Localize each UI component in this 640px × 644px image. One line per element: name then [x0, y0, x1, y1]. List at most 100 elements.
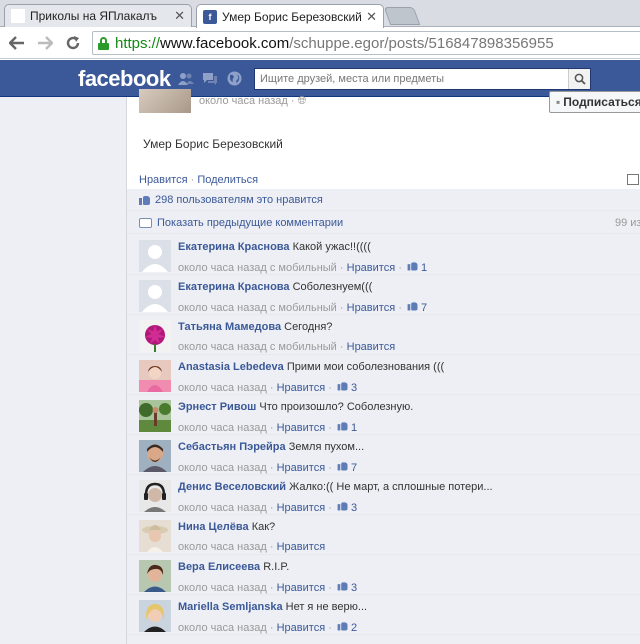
comment-text: Земля пухом... [288, 441, 365, 453]
browser-tab-strip: ЯП Приколы на ЯПлакалъ ✕ f Умер Борис Бе… [0, 0, 640, 28]
likes-summary: 298 пользователям это нравится [127, 189, 640, 211]
comments-count: 99 из [615, 217, 640, 229]
notifications-globe-icon[interactable] [226, 71, 242, 86]
url-path: /schuppe.egor/posts/516847898356955 [289, 34, 554, 52]
thumbs-up-icon [337, 421, 349, 431]
comment-like-count[interactable]: 1 [421, 262, 427, 274]
like-link[interactable]: Нравится [139, 174, 188, 186]
browser-tab-yaplakal[interactable]: ЯП Приколы на ЯПлакалъ ✕ [4, 4, 192, 27]
share-link[interactable]: Поделиться [197, 174, 258, 186]
comment-item: Себастьян Пэрейра Земля пухом... около ч… [127, 435, 640, 475]
comment-avatar[interactable] [139, 360, 171, 392]
comment-like-count[interactable]: 3 [351, 502, 357, 514]
browser-tab-facebook[interactable]: f Умер Борис Березовский ✕ [196, 4, 384, 28]
search-icon[interactable] [568, 69, 590, 89]
url-scheme: https:// [115, 34, 161, 52]
comment-item: Екатерина Краснова Соболезнуем((( около … [127, 275, 640, 315]
comment-like-link[interactable]: Нравится [277, 582, 326, 594]
comment-text: R.I.P. [263, 561, 290, 573]
comment-author[interactable]: Anastasia Lebedeva [178, 361, 284, 373]
comment-author[interactable]: Татьяна Мамедова [178, 321, 281, 333]
comment-author[interactable]: Mariella Semljanska [178, 601, 283, 613]
comment-author[interactable]: Себастьян Пэрейра [178, 441, 286, 453]
comment-time[interactable]: около часа назад [178, 462, 267, 474]
comment-avatar[interactable] [139, 560, 171, 592]
comment-time[interactable]: около часа назад [178, 582, 267, 594]
comment-like-link[interactable]: Нравится [277, 382, 326, 394]
new-tab-button[interactable] [383, 7, 421, 25]
comment-like-count[interactable]: 2 [351, 622, 357, 634]
post-time[interactable]: около часа назад · 🌐︎ [199, 95, 306, 108]
search-input[interactable] [255, 69, 568, 89]
url-host: www.facebook.com [160, 34, 290, 52]
comment-item: Татьяна Мамедова Сегодня? около часа наз… [127, 315, 640, 355]
comment-avatar[interactable] [139, 480, 171, 512]
comment-text: Нет я не верю... [285, 601, 368, 613]
messages-icon[interactable] [202, 71, 218, 86]
back-arrow-icon[interactable] [6, 32, 28, 54]
comment-time[interactable]: около часа назад [178, 541, 267, 553]
comment-time[interactable]: около часа назад [178, 382, 267, 394]
comment-like-count[interactable]: 7 [351, 462, 357, 474]
comment-author[interactable]: Нина Целёва [178, 521, 249, 533]
comment-bubble-icon [139, 217, 152, 228]
show-previous-comments-link[interactable]: Показать предыдущие комментарии [157, 217, 343, 229]
comment-text: Какой ужас!!(((( [292, 241, 371, 253]
tab-title: Умер Борис Березовский [222, 9, 362, 24]
comment-time[interactable]: около часа назад с мобильный [178, 302, 337, 314]
comment-avatar[interactable] [139, 320, 171, 352]
post-actions: Нравится · Поделиться [139, 174, 258, 186]
comment-author[interactable]: Екатерина Краснова [178, 241, 290, 253]
thumbs-up-icon [407, 301, 419, 311]
thumbs-up-icon [337, 621, 349, 631]
comment-avatar[interactable] [139, 280, 171, 312]
comment-avatar[interactable] [139, 600, 171, 632]
comment-icon[interactable] [627, 174, 639, 185]
comment-like-link[interactable]: Нравится [347, 262, 396, 274]
comment-author[interactable]: Екатерина Краснова [178, 281, 290, 293]
comment-avatar[interactable] [139, 240, 171, 272]
comment-item: Эрнест Ривош Что произошло? Соболезную. … [127, 395, 640, 435]
comment-like-count[interactable]: 3 [351, 382, 357, 394]
comment-like-count[interactable]: 7 [421, 302, 427, 314]
close-tab-icon[interactable]: ✕ [366, 9, 377, 25]
address-bar[interactable]: https:// www.facebook.com /schuppe.egor/… [92, 31, 640, 55]
lock-icon [98, 36, 109, 50]
comment-time[interactable]: около часа назад [178, 422, 267, 434]
comment-like-link[interactable]: Нравится [277, 541, 326, 553]
comment-like-link[interactable]: Нравится [277, 422, 326, 434]
comment-avatar[interactable] [139, 400, 171, 432]
facebook-top-bar: facebook [0, 60, 640, 97]
comment-like-count[interactable]: 3 [351, 582, 357, 594]
comment-time[interactable]: около часа назад [178, 502, 267, 514]
comment-like-link[interactable]: Нравится [347, 302, 396, 314]
comment-author[interactable]: Эрнест Ривош [178, 401, 256, 413]
rss-icon: ▪ [556, 95, 561, 109]
comment-like-link[interactable]: Нравится [277, 462, 326, 474]
comment-item: Anastasia Lebedeva Прими мои соболезнова… [127, 355, 640, 395]
post-text: Умер Борис Березовский [143, 137, 283, 151]
comment-like-link[interactable]: Нравится [277, 622, 326, 634]
reload-icon[interactable] [62, 32, 84, 54]
comments-section: 298 пользователям это нравится Показать … [127, 189, 640, 644]
thumbs-up-icon [139, 194, 151, 205]
comment-time[interactable]: около часа назад с мобильный [178, 341, 337, 353]
friend-requests-icon[interactable] [178, 71, 194, 86]
comment-avatar[interactable] [139, 520, 171, 552]
comment-like-link[interactable]: Нравится [347, 341, 396, 353]
forward-arrow-icon[interactable] [34, 32, 56, 54]
comment-like-link[interactable]: Нравится [277, 502, 326, 514]
post-story: около часа назад · 🌐︎ ▪ Подписаться Умер … [126, 89, 640, 644]
comment-author[interactable]: Денис Веселовский [178, 481, 286, 493]
comment-avatar[interactable] [139, 440, 171, 472]
close-tab-icon[interactable]: ✕ [174, 8, 185, 24]
thumbs-up-icon [337, 501, 349, 511]
thumbs-up-icon [337, 581, 349, 591]
subscribe-button[interactable]: ▪ Подписаться [549, 91, 640, 113]
comment-like-count[interactable]: 1 [351, 422, 357, 434]
author-avatar[interactable] [139, 89, 191, 113]
likes-count-link[interactable]: 298 пользователям это нравится [155, 194, 323, 206]
comment-author[interactable]: Вера Елисеева [178, 561, 260, 573]
comment-time[interactable]: около часа назад [178, 622, 267, 634]
comment-time[interactable]: около часа назад с мобильный [178, 262, 337, 274]
